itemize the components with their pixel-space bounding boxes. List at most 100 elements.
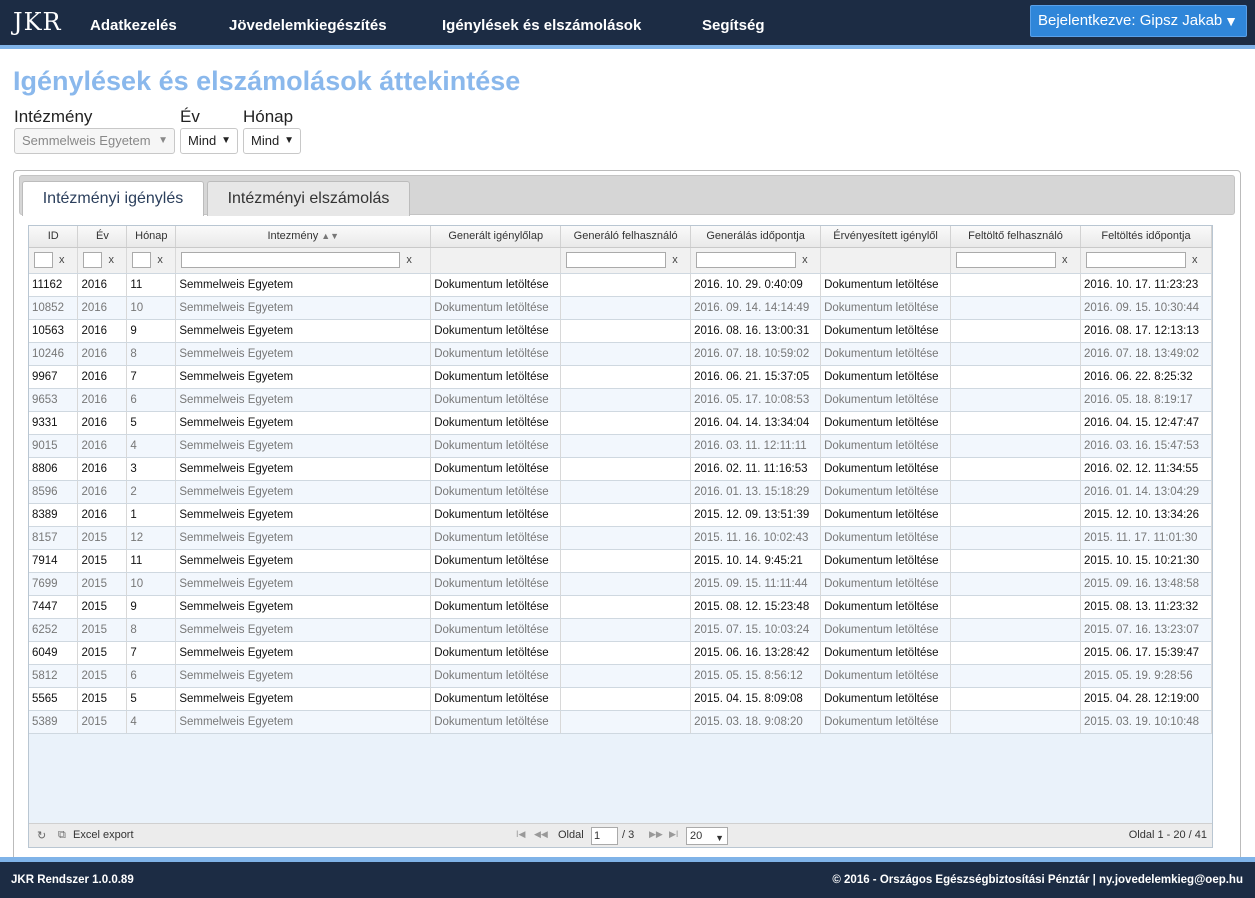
cell-ervenyesitett-igenylol[interactable]: Dokumentum letöltése <box>820 342 952 366</box>
table-row[interactable]: 9967 2016 7 Semmelweis Egyetem Dokumentum le… <box>29 365 1212 389</box>
cell-ervenyesitett-igenylol[interactable]: Dokumentum letöltése <box>820 273 952 297</box>
excel-export-button[interactable]: Excel export <box>73 829 134 841</box>
cell-ervenyesitett-igenylol[interactable]: Dokumentum letöltése <box>820 687 952 711</box>
page-number-input[interactable]: 1 <box>591 827 618 845</box>
cell-generalt-igenylolap[interactable]: Dokumentum letöltése <box>430 457 562 481</box>
table-row[interactable]: 7914 2015 11 Semmelweis Egyetem Dokumentum l… <box>29 549 1212 573</box>
filter-input-generalas-idopontja[interactable] <box>696 252 797 268</box>
nav-item-jovedelemkiegeszites[interactable]: Jövedelemkiegészítés <box>229 17 387 34</box>
column-header-generalt-igenylolap[interactable]: Generált igénylőlap <box>430 226 562 248</box>
cell-generalt-igenylolap[interactable]: Dokumentum letöltése <box>430 503 562 527</box>
cell-ervenyesitett-igenylol[interactable]: Dokumentum letöltése <box>820 480 952 504</box>
cell-generalt-igenylolap[interactable]: Dokumentum letöltése <box>430 273 562 297</box>
table-row[interactable]: 5389 2015 4 Semmelweis Egyetem Dokumentum le… <box>29 710 1212 734</box>
clear-filter-button[interactable]: x <box>157 254 163 266</box>
nav-item-igenylesek[interactable]: Igénylések és elszámolások <box>442 17 641 34</box>
filter-input-feltoltes-idopontja[interactable] <box>1085 252 1186 268</box>
cell-generalt-igenylolap[interactable]: Dokumentum letöltése <box>430 319 562 343</box>
grid-body[interactable]: ID Év Hónap Intezmény ▲▼ Generált igényl… <box>29 226 1212 824</box>
cell-generalt-igenylolap[interactable]: Dokumentum letöltése <box>430 526 562 550</box>
clear-filter-button[interactable]: x <box>59 254 65 266</box>
cell-ervenyesitett-igenylol[interactable]: Dokumentum letöltése <box>820 641 952 665</box>
column-header-feltoltes-idopontja[interactable]: Feltöltés időpontja <box>1080 226 1212 248</box>
cell-ervenyesitett-igenylol[interactable]: Dokumentum letöltése <box>820 618 952 642</box>
table-row[interactable]: 6049 2015 7 Semmelweis Egyetem Dokumentum le… <box>29 641 1212 665</box>
cell-generalt-igenylolap[interactable]: Dokumentum letöltése <box>430 434 562 458</box>
cell-ervenyesitett-igenylol[interactable]: Dokumentum letöltése <box>820 319 952 343</box>
next-page-icon[interactable]: ▶▶ <box>649 829 663 840</box>
filter-input-id[interactable] <box>34 252 53 268</box>
cell-ervenyesitett-igenylol[interactable]: Dokumentum letöltése <box>820 457 952 481</box>
filter-input-intezmeny[interactable] <box>181 252 401 268</box>
cell-ervenyesitett-igenylol[interactable]: Dokumentum letöltése <box>820 549 952 573</box>
clear-filter-button[interactable]: x <box>802 254 808 266</box>
column-header-intezmeny[interactable]: Intezmény ▲▼ <box>175 226 432 248</box>
cell-generalt-igenylolap[interactable]: Dokumentum letöltése <box>430 549 562 573</box>
page-size-select[interactable]: 20 ▼ <box>686 827 728 845</box>
cell-ervenyesitett-igenylol[interactable]: Dokumentum letöltése <box>820 365 952 389</box>
cell-ervenyesitett-igenylol[interactable]: Dokumentum letöltése <box>820 710 952 734</box>
table-row[interactable]: 9653 2016 6 Semmelweis Egyetem Dokumentum le… <box>29 388 1212 412</box>
cell-generalt-igenylolap[interactable]: Dokumentum letöltése <box>430 641 562 665</box>
column-header-feltolto-felhasznalo[interactable]: Feltöltő felhasználó <box>950 226 1081 248</box>
table-row[interactable]: 7447 2015 9 Semmelweis Egyetem Dokumentum le… <box>29 595 1212 619</box>
table-row[interactable]: 11162 2016 11 Semmelweis Egyetem Dokumentum … <box>29 273 1212 297</box>
cell-ervenyesitett-igenylol[interactable]: Dokumentum letöltése <box>820 664 952 688</box>
cell-generalt-igenylolap[interactable]: Dokumentum letöltése <box>430 480 562 504</box>
tab-intezmenyi-igenyles[interactable]: Intézményi igénylés <box>22 181 204 216</box>
table-row[interactable]: 10852 2016 10 Semmelweis Egyetem Dokumentum … <box>29 296 1212 320</box>
filter-input-generalo-felhasznalo[interactable] <box>566 252 667 268</box>
institution-select[interactable]: Semmelweis Egyetem ▼ <box>14 128 175 154</box>
refresh-icon[interactable]: ↻ <box>37 829 46 842</box>
column-header-generalas-idopontja[interactable]: Generálás időpontja <box>690 226 822 248</box>
last-page-icon[interactable]: ▶I <box>669 829 678 840</box>
cell-generalt-igenylolap[interactable]: Dokumentum letöltése <box>430 618 562 642</box>
table-row[interactable]: 8596 2016 2 Semmelweis Egyetem Dokumentum le… <box>29 480 1212 504</box>
table-row[interactable]: 10563 2016 9 Semmelweis Egyetem Dokumentum l… <box>29 319 1212 343</box>
cell-generalt-igenylolap[interactable]: Dokumentum letöltése <box>430 710 562 734</box>
cell-generalt-igenylolap[interactable]: Dokumentum letöltése <box>430 365 562 389</box>
column-header-ervenyesitett-igenylol[interactable]: Érvényesített igénylől <box>820 226 952 248</box>
cell-ervenyesitett-igenylol[interactable]: Dokumentum letöltése <box>820 595 952 619</box>
filter-input-honap[interactable] <box>132 252 152 268</box>
table-row[interactable]: 7699 2015 10 Semmelweis Egyetem Dokumentum l… <box>29 572 1212 596</box>
month-select[interactable]: Mind ▼ <box>243 128 301 154</box>
cell-ervenyesitett-igenylol[interactable]: Dokumentum letöltése <box>820 388 952 412</box>
cell-generalt-igenylolap[interactable]: Dokumentum letöltése <box>430 296 562 320</box>
cell-generalt-igenylolap[interactable]: Dokumentum letöltése <box>430 342 562 366</box>
cell-ervenyesitett-igenylol[interactable]: Dokumentum letöltése <box>820 434 952 458</box>
filter-input-feltolto-felhasznalo[interactable] <box>956 252 1057 268</box>
cell-ervenyesitett-igenylol[interactable]: Dokumentum letöltése <box>820 296 952 320</box>
cell-generalt-igenylolap[interactable]: Dokumentum letöltése <box>430 664 562 688</box>
year-select[interactable]: Mind ▼ <box>180 128 238 154</box>
cell-ervenyesitett-igenylol[interactable]: Dokumentum letöltése <box>820 411 952 435</box>
cell-ervenyesitett-igenylol[interactable]: Dokumentum letöltése <box>820 503 952 527</box>
filter-input-ev[interactable] <box>83 252 103 268</box>
clear-filter-button[interactable]: x <box>406 254 412 266</box>
cell-generalt-igenylolap[interactable]: Dokumentum letöltése <box>430 687 562 711</box>
first-page-icon[interactable]: I◀ <box>516 829 525 840</box>
prev-page-icon[interactable]: ◀◀ <box>534 829 548 840</box>
clear-filter-button[interactable]: x <box>672 254 678 266</box>
table-row[interactable]: 8806 2016 3 Semmelweis Egyetem Dokumentum le… <box>29 457 1212 481</box>
cell-ervenyesitett-igenylol[interactable]: Dokumentum letöltése <box>820 572 952 596</box>
table-row[interactable]: 6252 2015 8 Semmelweis Egyetem Dokumentum le… <box>29 618 1212 642</box>
cell-generalt-igenylolap[interactable]: Dokumentum letöltése <box>430 572 562 596</box>
cell-ervenyesitett-igenylol[interactable]: Dokumentum letöltése <box>820 526 952 550</box>
table-row[interactable]: 5565 2015 5 Semmelweis Egyetem Dokumentum le… <box>29 687 1212 711</box>
column-header-ev[interactable]: Év <box>77 226 128 248</box>
clear-filter-button[interactable]: x <box>108 254 114 266</box>
column-header-generalo-felhasznalo[interactable]: Generáló felhasználó <box>560 226 692 248</box>
cell-generalt-igenylolap[interactable]: Dokumentum letöltése <box>430 388 562 412</box>
table-row[interactable]: 8389 2016 1 Semmelweis Egyetem Dokumentum le… <box>29 503 1212 527</box>
tab-intezmenyi-elszamolas[interactable]: Intézményi elszámolás <box>207 181 410 216</box>
app-logo[interactable]: JKR <box>13 8 62 36</box>
table-row[interactable]: 10246 2016 8 Semmelweis Egyetem Dokumentum l… <box>29 342 1212 366</box>
clear-filter-button[interactable]: x <box>1192 254 1198 266</box>
nav-item-segitseg[interactable]: Segítség <box>702 17 765 34</box>
user-menu-button[interactable]: Bejelentkezve: Gipsz Jakab ▼ <box>1030 5 1247 37</box>
table-row[interactable]: 9331 2016 5 Semmelweis Egyetem Dokumentum le… <box>29 411 1212 435</box>
cell-generalt-igenylolap[interactable]: Dokumentum letöltése <box>430 411 562 435</box>
table-row[interactable]: 8157 2015 12 Semmelweis Egyetem Dokumentum l… <box>29 526 1212 550</box>
cell-generalt-igenylolap[interactable]: Dokumentum letöltése <box>430 595 562 619</box>
